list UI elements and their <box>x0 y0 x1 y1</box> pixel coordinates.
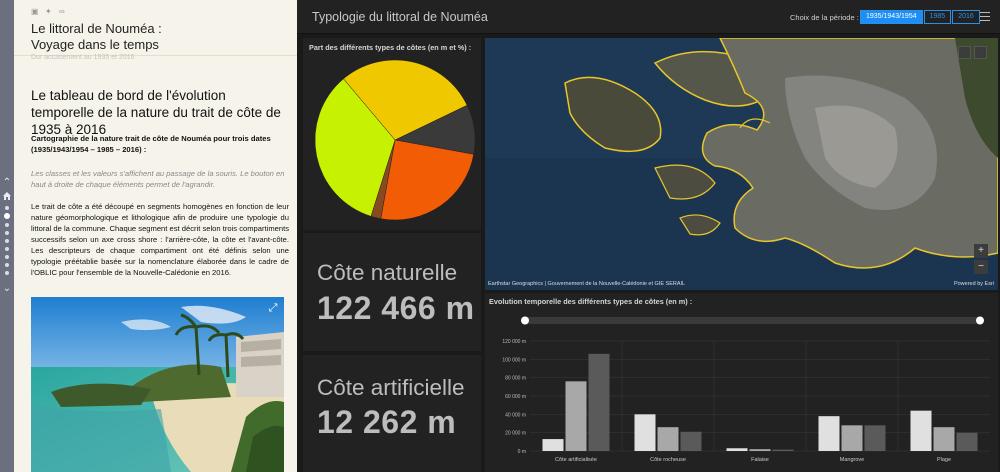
bar-2-0[interactable] <box>726 448 748 451</box>
body-paragraph: Le trait de côte a été découpé en segmen… <box>31 202 289 277</box>
bar-1-2[interactable] <box>680 431 702 451</box>
list-view-icon[interactable] <box>958 46 971 59</box>
bar-0-1[interactable] <box>565 381 587 451</box>
map-view[interactable]: + − Earthstar Geographics | Gouvernement… <box>485 38 998 290</box>
map-powered-by[interactable]: Powered by Esri <box>954 281 994 287</box>
bar-3-0[interactable] <box>818 416 840 451</box>
kpi-natural-value: 122 466 m <box>317 290 475 326</box>
section-title: Le tableau de bord de l'évolution tempor… <box>31 88 281 137</box>
pie-chart-panel: Part des différents types de côtes (en m… <box>303 38 481 230</box>
nav-dot[interactable] <box>5 223 9 227</box>
period-label: Choix de la période : <box>790 13 859 22</box>
x-tick-label: Plage <box>937 457 951 463</box>
bold-paragraph: Cartographie de la nature trait de côte … <box>31 134 271 154</box>
bar-chart[interactable]: 0 m 20 000 m 40 000 m 60 000 m 80 000 m 100 0… <box>485 293 998 472</box>
y-tick-label: 80 000 m <box>505 376 526 382</box>
bar-1-1[interactable] <box>657 427 679 451</box>
expand-icon[interactable]: ⤢ <box>267 302 279 314</box>
y-tick-label: 120 000 m <box>502 339 526 345</box>
pie-slice-2[interactable] <box>380 139 475 220</box>
beach-photo[interactable]: ⤢ <box>31 297 284 472</box>
faded-subtitle: Dur accasement au 1935 et 2016 <box>31 54 135 61</box>
beach-photo-image <box>31 297 284 472</box>
y-tick-label: 0 m <box>518 449 526 455</box>
nav-dot[interactable] <box>5 255 9 259</box>
bar-4-0[interactable] <box>910 410 932 451</box>
chevron-up-icon[interactable]: ⌃ <box>2 178 12 188</box>
nav-dot-active[interactable] <box>4 213 10 219</box>
bar-3-2[interactable] <box>864 425 886 451</box>
dashboard: Typologie du littoral de Nouméa Choix de… <box>297 0 1000 472</box>
bar-4-1[interactable] <box>933 427 955 451</box>
bar-2-2[interactable] <box>772 449 794 451</box>
nav-dot[interactable] <box>5 263 9 267</box>
nav-dot[interactable] <box>5 271 9 275</box>
y-tick-label: 40 000 m <box>505 412 526 418</box>
kpi-artificial-value: 12 262 m <box>317 404 457 440</box>
bar-chart-panel: Evolution temporelle des différents type… <box>485 293 998 472</box>
nav-dot[interactable] <box>5 247 9 251</box>
story-title: Le littoral de Nouméa : Voyage dans le t… <box>31 21 162 53</box>
kpi-natural-label: Côte naturelle <box>317 260 458 285</box>
story-title-line1: Le littoral de Nouméa : <box>31 21 162 36</box>
x-tick-label: Falaise <box>751 457 769 463</box>
x-tick-label: Mangrove <box>840 457 864 463</box>
kpi-artificial-label: Côte artificielle <box>317 375 465 400</box>
x-tick-label: Côte rocheuse <box>650 457 686 463</box>
nav-dot[interactable] <box>5 231 9 235</box>
y-tick-label: 60 000 m <box>505 394 526 400</box>
nav-dot[interactable] <box>5 239 9 243</box>
story-header: ▣ ✦ ∞ Le littoral de Nouméa : Voyage dan… <box>14 0 297 56</box>
bar-4-2[interactable] <box>956 432 978 451</box>
bar-1-0[interactable] <box>634 414 656 451</box>
pie-chart[interactable] <box>315 60 475 220</box>
pie-chart-title: Part des différents types de côtes (en m… <box>309 43 472 52</box>
chevron-down-icon[interactable]: ⌄ <box>2 284 12 294</box>
grid-view-icon[interactable] <box>974 46 987 59</box>
zoom-out-icon[interactable]: − <box>974 260 988 274</box>
bar-3-1[interactable] <box>841 425 863 451</box>
story-title-line2: Voyage dans le temps <box>31 37 159 52</box>
period-button-2016[interactable]: 2016 <box>952 10 980 24</box>
dashboard-title: Typologie du littoral de Nouméa <box>312 10 488 24</box>
bar-0-2[interactable] <box>588 353 610 451</box>
period-selector: 1935/1943/1954 1985 2016 <box>860 10 981 24</box>
period-button-1935[interactable]: 1935/1943/1954 <box>860 10 923 24</box>
story-nav-strip: ⌃ ⌄ <box>0 0 14 472</box>
link-icon[interactable]: ∞ <box>59 8 67 16</box>
map-attribution: Earthstar Geographics | Gouvernement de … <box>488 281 686 287</box>
zoom-in-icon[interactable]: + <box>974 244 988 258</box>
bar-2-1[interactable] <box>749 449 771 451</box>
kpi-artificial-coast: Côte artificielle 12 262 m <box>303 355 481 472</box>
facebook-icon[interactable]: ▣ <box>31 8 39 16</box>
kpi-natural-coast: Côte naturelle 122 466 m <box>303 233 481 351</box>
y-tick-label: 20 000 m <box>505 431 526 437</box>
story-panel: ▣ ✦ ∞ Le littoral de Nouméa : Voyage dan… <box>14 0 297 472</box>
italic-paragraph: Les classes et les valeurs s'affichent a… <box>31 169 285 189</box>
twitter-icon[interactable]: ✦ <box>45 8 53 16</box>
period-button-1985[interactable]: 1985 <box>923 10 952 24</box>
satellite-map[interactable] <box>485 38 998 290</box>
time-slider-handle-left[interactable] <box>521 316 529 325</box>
dashboard-header: Typologie du littoral de Nouméa Choix de… <box>297 0 1000 34</box>
nav-dot[interactable] <box>5 206 9 210</box>
bar-0-0[interactable] <box>542 439 564 451</box>
x-tick-label: Côte artificialisée <box>555 457 597 463</box>
time-slider-handle-right[interactable] <box>976 316 984 325</box>
time-slider-track[interactable] <box>525 317 980 324</box>
home-icon[interactable] <box>3 192 11 200</box>
menu-icon[interactable] <box>980 12 990 21</box>
share-buttons: ▣ ✦ ∞ <box>31 8 67 16</box>
y-tick-label: 100 000 m <box>502 357 526 363</box>
